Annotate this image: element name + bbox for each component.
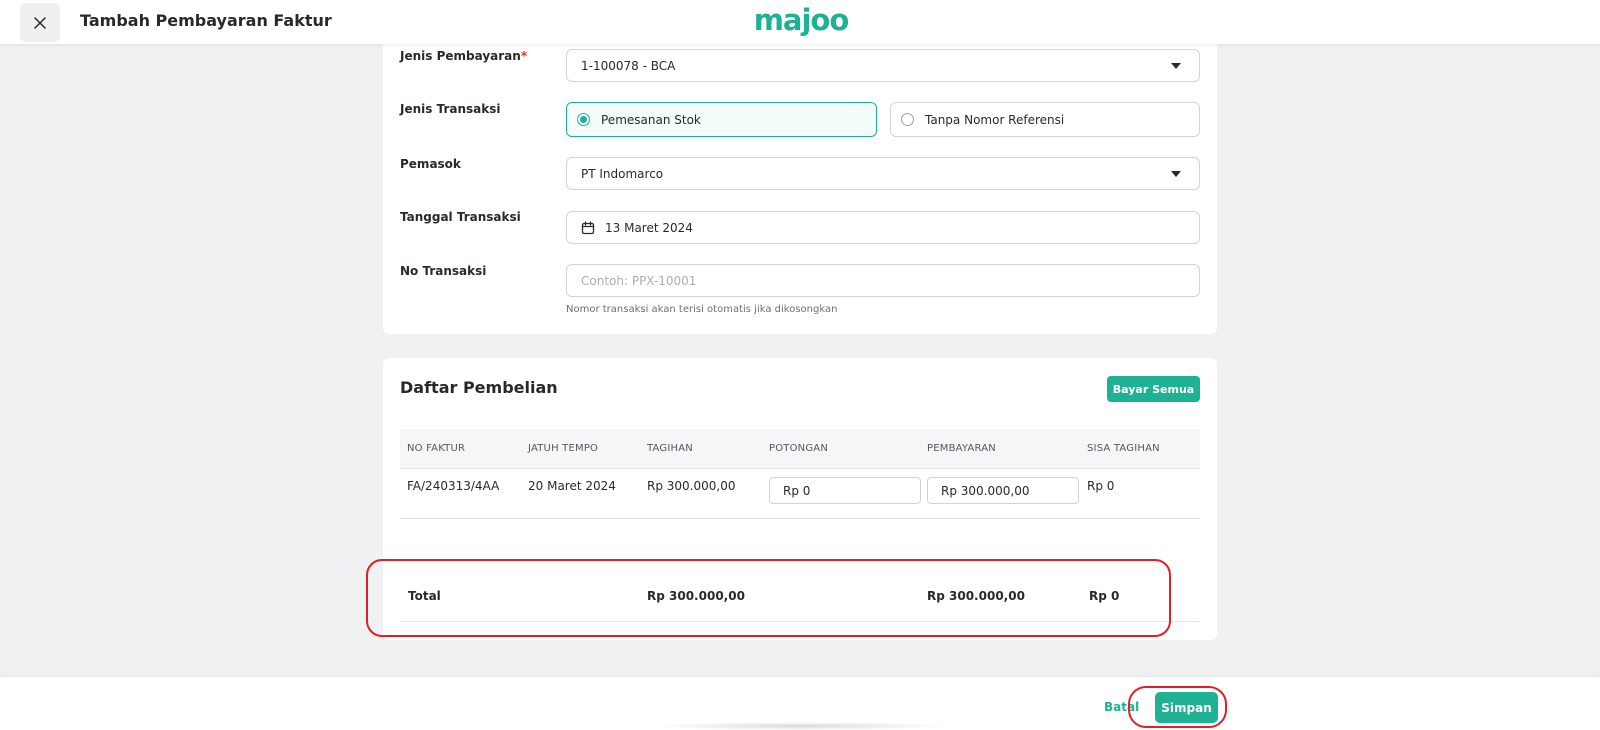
supplier-select[interactable]: PT Indomarco (566, 157, 1200, 190)
transaction-date-label: Tanggal Transaksi (400, 210, 521, 224)
radio-no-reference-label: Tanpa Nomor Referensi (925, 112, 1065, 127)
column-header-remaining: SISA TAGIHAN (1087, 443, 1160, 454)
total-label: Total (408, 589, 441, 603)
total-bill: Rp 300.000,00 (647, 589, 745, 603)
required-mark: * (520, 49, 528, 63)
supplier-value: PT Indomarco (581, 166, 664, 181)
transaction-type-label: Jenis Transaksi (400, 102, 501, 116)
discount-input[interactable]: Rp 0 (769, 477, 921, 504)
column-header-due-date: JATUH TEMPO (528, 443, 599, 454)
majoo-logo: majoo (753, 3, 850, 37)
transaction-date-value: 13 Maret 2024 (605, 220, 693, 235)
column-header-invoice-no: NO FAKTUR (407, 443, 466, 454)
column-header-discount: POTONGAN (769, 443, 829, 454)
payment-input[interactable]: Rp 300.000,00 (927, 477, 1079, 504)
column-header-bill: TAGIHAN (647, 443, 693, 454)
transaction-no-input[interactable]: Contoh: PPX-10001 (566, 264, 1200, 297)
close-button[interactable] (20, 3, 60, 42)
due-date-cell: 20 Maret 2024 (528, 479, 616, 493)
header-bar: Tambah Pembayaran Faktur majoo (0, 0, 1600, 44)
page-title: Tambah Pembayaran Faktur (80, 11, 332, 30)
bill-cell: Rp 300.000,00 (647, 479, 736, 493)
save-button[interactable]: Simpan (1155, 692, 1218, 723)
supplier-label: Pemasok (400, 157, 461, 171)
discount-value: Rp 0 (783, 483, 811, 498)
cancel-button[interactable]: Batal (1104, 700, 1139, 714)
radio-no-reference[interactable]: Tanpa Nomor Referensi (890, 102, 1200, 137)
footer-shadow (650, 722, 950, 730)
invoice-no-cell: FA/240313/4AA (407, 479, 500, 493)
chevron-down-icon (1171, 171, 1181, 177)
row-divider (400, 518, 1200, 519)
payment-type-select[interactable]: 1-100078 - BCA (566, 49, 1200, 82)
column-header-payment: PEMBAYARAN (927, 443, 996, 454)
total-payment: Rp 300.000,00 (927, 589, 1025, 603)
close-icon (34, 16, 46, 29)
calendar-icon (581, 220, 595, 234)
payment-value: Rp 300.000,00 (941, 483, 1030, 498)
payment-type-label: Jenis Pembayaran* (400, 49, 528, 63)
transaction-date-picker[interactable]: 13 Maret 2024 (566, 211, 1200, 244)
radio-checked-icon (577, 113, 590, 126)
remaining-cell: Rp 0 (1087, 479, 1115, 493)
total-remaining: Rp 0 (1089, 589, 1120, 603)
radio-unchecked-icon (901, 113, 914, 126)
total-divider (400, 621, 1200, 622)
transaction-no-label: No Transaksi (400, 264, 487, 278)
transaction-no-helper: Nomor transaksi akan terisi otomatis jik… (566, 304, 838, 315)
chevron-down-icon (1171, 63, 1181, 69)
purchase-list-title: Daftar Pembelian (400, 378, 558, 397)
transaction-no-placeholder: Contoh: PPX-10001 (581, 273, 697, 288)
radio-stock-order-label: Pemesanan Stok (601, 112, 701, 127)
payment-type-value: 1-100078 - BCA (581, 58, 676, 73)
radio-stock-order[interactable]: Pemesanan Stok (566, 102, 877, 137)
pay-all-button[interactable]: Bayar Semua (1107, 376, 1200, 402)
